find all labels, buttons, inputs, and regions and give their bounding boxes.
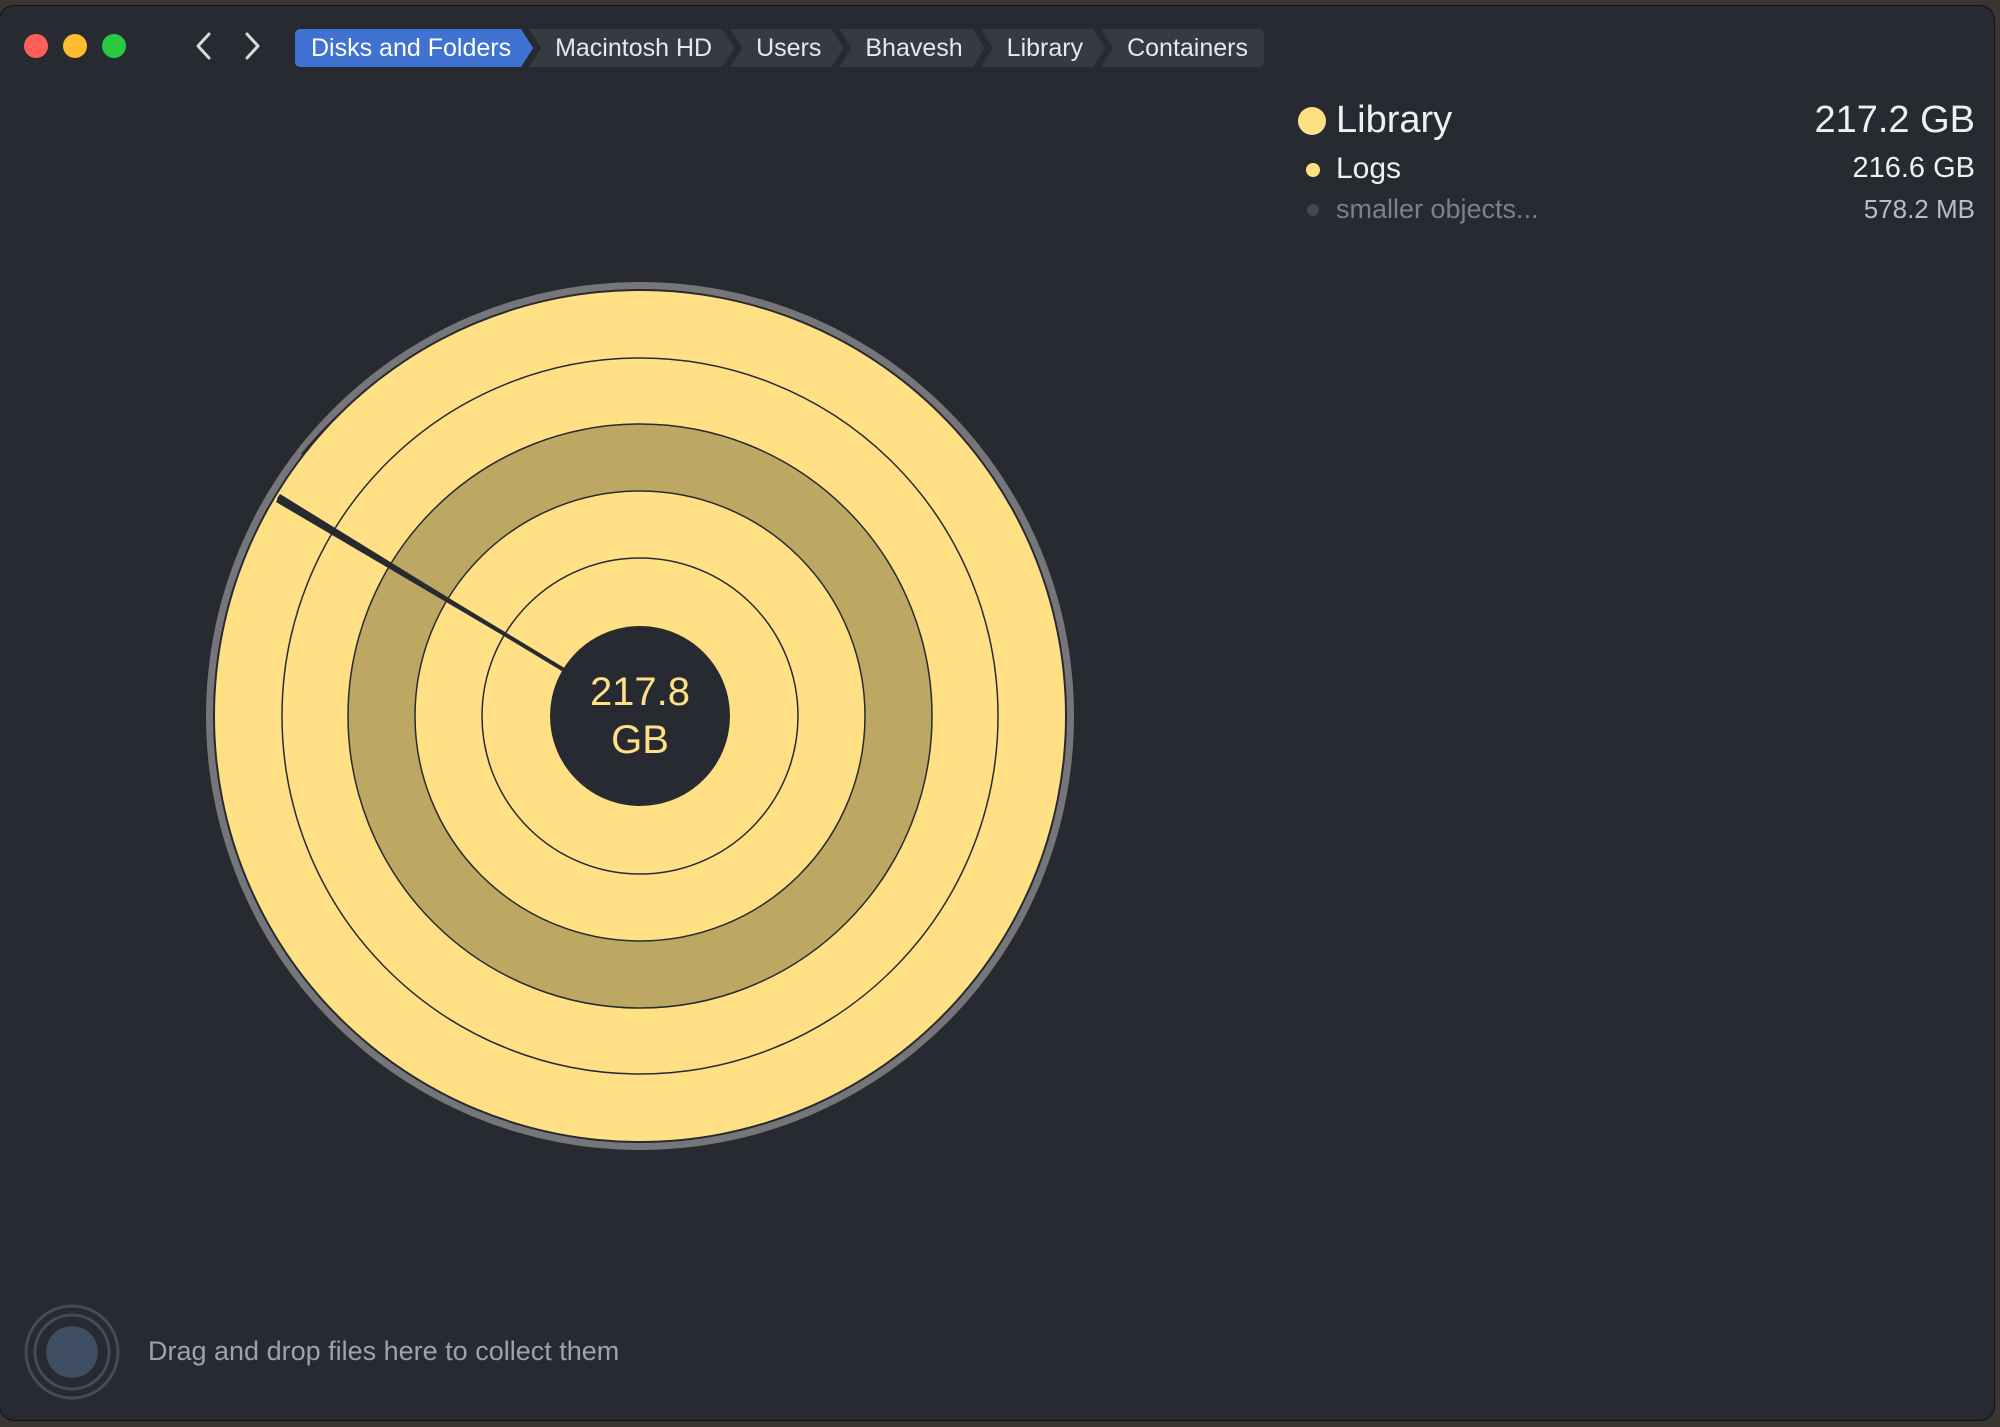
- legend-item-smaller-objects[interactable]: smaller objects... 578.2 MB: [1290, 192, 1975, 234]
- minimize-window-button[interactable]: [63, 34, 87, 58]
- breadcrumb-disks-and-folders[interactable]: Disks and Folders: [295, 29, 533, 67]
- back-button[interactable]: [186, 28, 222, 64]
- legend-item-size: 216.6 GB: [1852, 152, 1975, 184]
- folder-color-dot-icon: [1298, 107, 1326, 135]
- legend-panel: Library 217.2 GB Logs 216.6 GB smaller o…: [1290, 94, 1975, 234]
- legend-item-size: 217.2 GB: [1814, 99, 1975, 141]
- breadcrumb-library[interactable]: Library: [981, 29, 1105, 67]
- breadcrumb: Disks and Folders Macintosh HD Users Bha…: [295, 29, 1268, 67]
- close-window-button[interactable]: [24, 34, 48, 58]
- zoom-window-button[interactable]: [102, 34, 126, 58]
- app-window: Disks and Folders Macintosh HD Users Bha…: [0, 6, 1994, 1420]
- title-bar: Disks and Folders Macintosh HD Users Bha…: [0, 6, 1994, 78]
- center-total[interactable]: [550, 626, 730, 806]
- folder-color-dot-icon: [1306, 163, 1320, 177]
- legend-item-library[interactable]: Library 217.2 GB: [1290, 94, 1975, 150]
- breadcrumb-macintosh-hd[interactable]: Macintosh HD: [529, 29, 734, 67]
- forward-button[interactable]: [234, 28, 270, 64]
- collector-icon[interactable]: [22, 1302, 122, 1402]
- legend-item-logs[interactable]: Logs 216.6 GB: [1290, 150, 1975, 192]
- chevron-right-icon: [245, 32, 260, 60]
- breadcrumb-bhavesh[interactable]: Bhavesh: [839, 29, 984, 67]
- chevron-left-icon: [196, 32, 211, 60]
- center-total-unit: GB: [611, 718, 669, 762]
- breadcrumb-users[interactable]: Users: [730, 29, 843, 67]
- legend-item-name: smaller objects...: [1336, 194, 1539, 224]
- disk-usage-sunburst[interactable]: 217.8 GB: [200, 276, 1080, 1156]
- center-total-value: 217.8: [590, 670, 690, 714]
- folder-color-dot-icon: [1307, 204, 1319, 216]
- dropzone-hint: Drag and drop files here to collect them: [148, 1336, 620, 1366]
- breadcrumb-containers[interactable]: Containers: [1101, 29, 1264, 67]
- legend-item-size: 578.2 MB: [1863, 194, 1975, 224]
- legend-item-name: Library: [1336, 99, 1453, 141]
- legend-item-name: Logs: [1336, 152, 1402, 185]
